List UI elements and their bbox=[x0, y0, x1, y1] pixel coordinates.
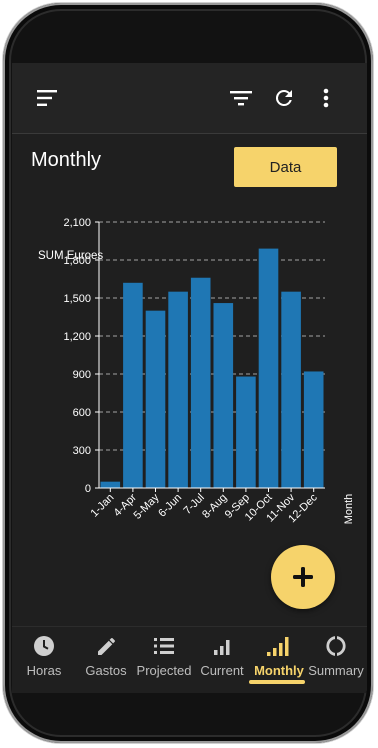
y-tick-label: 1,200 bbox=[63, 331, 91, 343]
nav-item-horas[interactable]: Horas bbox=[14, 635, 74, 690]
plus-icon bbox=[293, 567, 313, 587]
nav-item-gastos[interactable]: Gastos bbox=[76, 635, 136, 690]
bar-6-Jun bbox=[168, 291, 188, 488]
bar-10-Oct bbox=[258, 248, 279, 488]
x-tick-label: 5-May bbox=[132, 491, 162, 521]
y-tick-label: 1,500 bbox=[63, 293, 91, 305]
bar-11-Nov bbox=[281, 291, 301, 488]
app-bar bbox=[12, 63, 367, 134]
active-tab-indicator bbox=[249, 680, 305, 684]
nav-item-current[interactable]: Current bbox=[192, 635, 252, 690]
y-tick-label: 2,100 bbox=[63, 217, 91, 229]
x-tick-label: 6-Jun bbox=[156, 492, 184, 520]
signal-small-icon bbox=[214, 640, 230, 655]
nav-label-horas: Horas bbox=[26, 663, 62, 678]
phone-bezel: Monthly Data SUM Euroes Month 0 300 600 900… bbox=[9, 9, 367, 737]
x-axis-label: Month bbox=[343, 494, 355, 525]
y-tick-label: 0 bbox=[85, 483, 91, 495]
bar-12-Dec bbox=[303, 371, 324, 488]
y-tick-label: 600 bbox=[73, 407, 91, 419]
y-tick-label: 900 bbox=[73, 369, 91, 381]
nav-label-summary: Summary bbox=[308, 663, 364, 678]
list-icon bbox=[154, 638, 174, 654]
x-tick-label: 8-Aug bbox=[200, 492, 229, 521]
data-button[interactable]: Data bbox=[234, 147, 337, 187]
bar-7-Jul bbox=[190, 277, 211, 488]
x-tick-label: 1-Jan bbox=[88, 492, 116, 520]
donut-icon bbox=[326, 636, 346, 656]
monthly-bar-chart: SUM Euroes Month 03006009001,2001,5001,8… bbox=[38, 217, 355, 525]
nav-label-gastos: Gastos bbox=[85, 663, 127, 678]
bar-9-Sep bbox=[236, 376, 256, 488]
nav-label-monthly: Monthly bbox=[254, 663, 304, 678]
more-vert-icon[interactable] bbox=[314, 80, 338, 116]
nav-item-summary[interactable]: Summary bbox=[306, 635, 366, 690]
nav-label-current: Current bbox=[200, 663, 244, 678]
page-title: Monthly bbox=[31, 149, 102, 171]
clock-icon bbox=[34, 636, 54, 656]
add-fab-button[interactable] bbox=[271, 545, 335, 609]
y-tick-label: 1,800 bbox=[63, 255, 91, 267]
phone-frame: Monthly Data SUM Euroes Month 0 300 600 900… bbox=[3, 3, 373, 743]
bar-8-Aug bbox=[213, 303, 234, 488]
app-screen: Monthly Data SUM Euroes Month 0 300 600 900… bbox=[12, 63, 367, 693]
y-tick-label: 300 bbox=[73, 445, 91, 457]
nav-label-projected: Projected bbox=[136, 663, 192, 678]
nav-item-projected[interactable]: Projected bbox=[134, 635, 194, 690]
pencil-icon bbox=[98, 638, 115, 655]
refresh-icon[interactable] bbox=[266, 80, 302, 116]
bar-1-Jan bbox=[100, 481, 121, 488]
sort-icon[interactable] bbox=[30, 80, 66, 116]
signal-full-icon bbox=[267, 637, 289, 656]
bar-5-May bbox=[145, 310, 166, 488]
bar-4-Apr bbox=[123, 282, 143, 488]
bottom-navigation: Horas Gastos Projected Current Monthly S… bbox=[12, 626, 367, 693]
filter-icon[interactable] bbox=[223, 80, 259, 116]
